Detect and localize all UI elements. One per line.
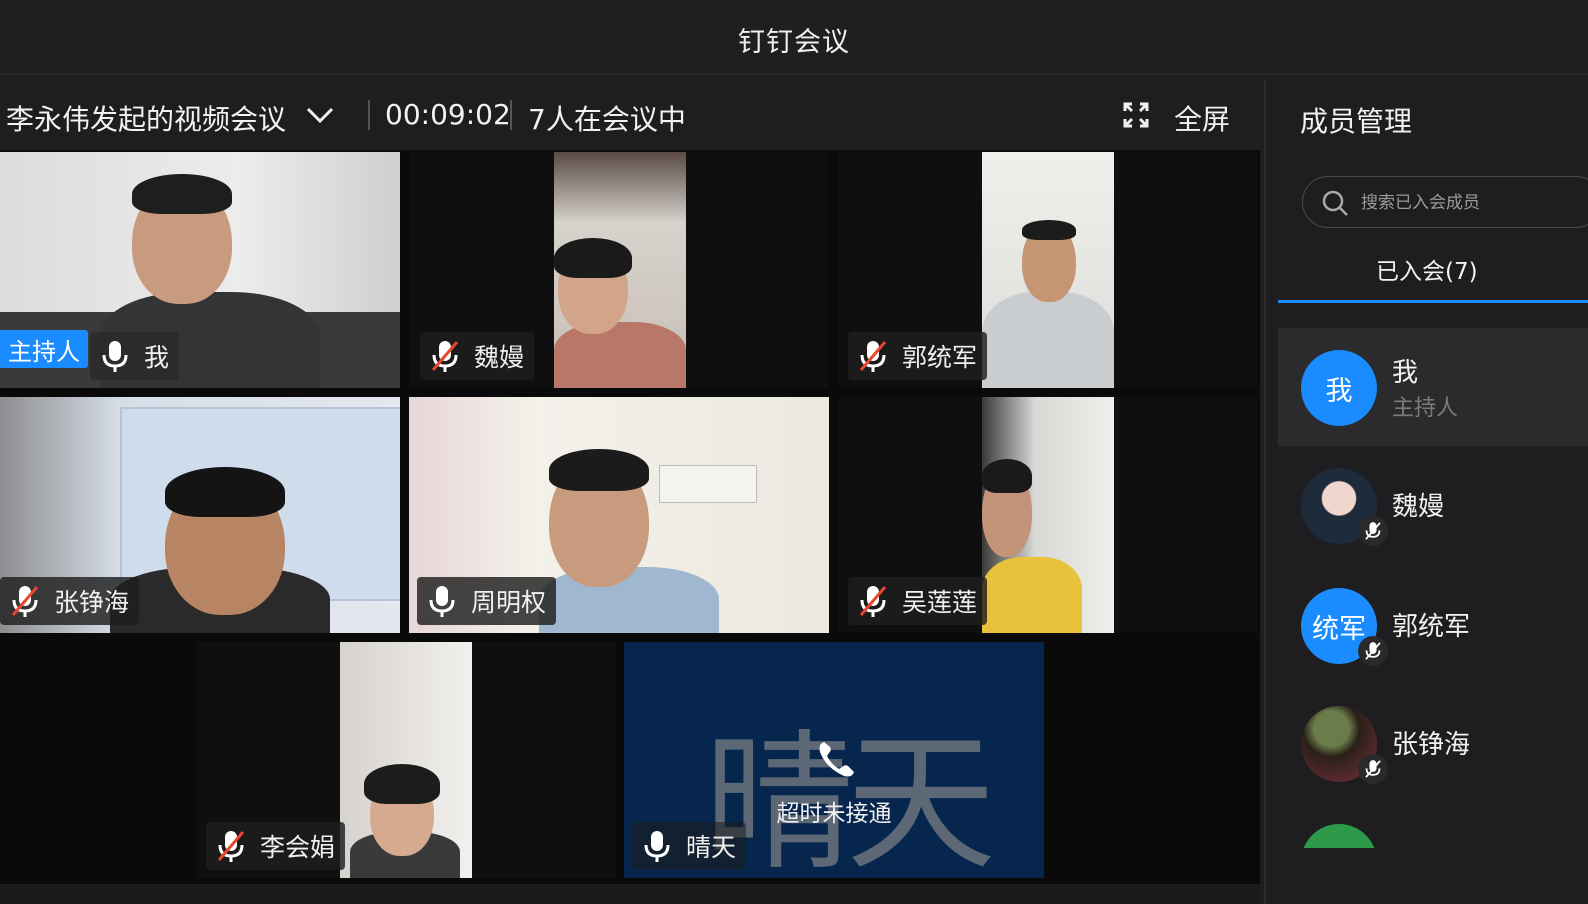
video-tile-placeholder[interactable]: 晴天 超时未接通 晴天 — [624, 642, 1044, 878]
member-panel: 成员管理 已入会(7) 我 我 主持人 魏嫚 统军 郭统军 张铮海 — [1264, 80, 1588, 904]
member-name: 张铮海 — [1392, 730, 1471, 760]
participant-label: 周明权 — [417, 577, 557, 625]
participant-name: 李会娟 — [260, 833, 336, 862]
chevron-down-icon[interactable] — [305, 104, 335, 126]
video-tile[interactable]: 郭统军 — [838, 152, 1258, 388]
member-name: 我 — [1392, 358, 1419, 388]
divider — [510, 100, 512, 130]
member-role: 主持人 — [1392, 396, 1459, 421]
mute-badge — [1358, 754, 1388, 784]
participant-name: 我 — [144, 343, 170, 372]
tab-joined[interactable]: 已入会(7) — [1376, 252, 1478, 286]
participant-label: 魏嫚 — [420, 332, 535, 380]
video-tile[interactable]: 吴莲莲 — [838, 397, 1258, 633]
participant-name: 吴莲莲 — [902, 588, 978, 617]
meeting-timer: 00:09:02 — [385, 98, 511, 131]
microphone-muted-icon — [11, 586, 39, 617]
bottom-strip — [0, 884, 1260, 904]
video-feed — [554, 152, 686, 388]
member-item[interactable]: 统军 郭统军 — [1278, 566, 1588, 684]
participant-name: 郭统军 — [902, 343, 978, 372]
microphone-muted-icon — [859, 341, 887, 372]
microphone-muted-icon — [1365, 642, 1381, 660]
window-titlebar: 钉钉会议 — [0, 0, 1588, 75]
panel-title: 成员管理 — [1300, 105, 1413, 138]
window-title: 钉钉会议 — [738, 27, 850, 58]
microphone-icon — [644, 831, 670, 862]
video-tile-active-speaker[interactable]: 周明权 — [409, 397, 829, 633]
avatar-partial — [1301, 824, 1377, 848]
divider — [368, 100, 370, 130]
mute-badge — [1358, 636, 1388, 666]
avatar: 我 — [1301, 350, 1377, 426]
microphone-muted-icon — [1365, 522, 1381, 540]
video-feed — [982, 397, 1114, 633]
tab-indicator — [1278, 300, 1588, 303]
participant-name: 张铮海 — [54, 588, 130, 617]
fullscreen-button[interactable]: 全屏 — [1174, 98, 1230, 138]
video-tile[interactable]: 李会娟 — [196, 642, 616, 878]
participant-label: 李会娟 — [206, 822, 346, 870]
video-feed — [982, 152, 1114, 388]
phone-icon — [819, 742, 854, 777]
microphone-icon — [102, 341, 128, 372]
video-tile[interactable]: 张铮海 — [0, 397, 400, 633]
microphone-icon — [429, 586, 455, 617]
video-grid: 主持人 我 魏嫚 郭统军 张铮海 周明权 吴莲莲 李会娟 晴天 超时未接通 晴天 — [0, 150, 1260, 884]
member-name: 郭统军 — [1392, 612, 1471, 642]
participant-count: 7人在会议中 — [528, 103, 686, 136]
participant-name: 周明权 — [471, 588, 547, 617]
member-search[interactable] — [1302, 176, 1588, 228]
participant-label: 吴莲莲 — [848, 577, 988, 625]
member-item[interactable]: 张铮海 — [1278, 684, 1588, 802]
mute-badge — [1358, 516, 1388, 546]
host-badge: 主持人 — [0, 330, 88, 368]
meeting-name[interactable]: 李永伟发起的视频会议 — [6, 98, 286, 138]
participant-label: 我 — [90, 332, 180, 380]
member-name: 魏嫚 — [1392, 492, 1445, 522]
search-icon — [1322, 190, 1348, 216]
microphone-muted-icon — [431, 341, 459, 372]
microphone-muted-icon — [217, 831, 245, 862]
participant-name: 魏嫚 — [474, 343, 525, 372]
member-item[interactable]: 魏嫚 — [1278, 446, 1588, 564]
microphone-muted-icon — [1365, 760, 1381, 778]
video-feed — [340, 642, 472, 878]
participant-name: 晴天 — [686, 833, 737, 862]
fullscreen-icon[interactable] — [1123, 102, 1149, 128]
microphone-muted-icon — [859, 586, 887, 617]
participant-label: 张铮海 — [0, 577, 140, 625]
search-input[interactable] — [1359, 187, 1588, 219]
member-item[interactable]: 我 我 主持人 — [1278, 328, 1588, 446]
video-tile-self[interactable]: 主持人 我 — [0, 152, 400, 388]
participant-label: 晴天 — [632, 822, 747, 870]
meeting-info-bar: 李永伟发起的视频会议 00:09:02 7人在会议中 全屏 — [0, 88, 1260, 144]
video-tile[interactable]: 魏嫚 — [410, 152, 828, 388]
participant-label: 郭统军 — [848, 332, 988, 380]
